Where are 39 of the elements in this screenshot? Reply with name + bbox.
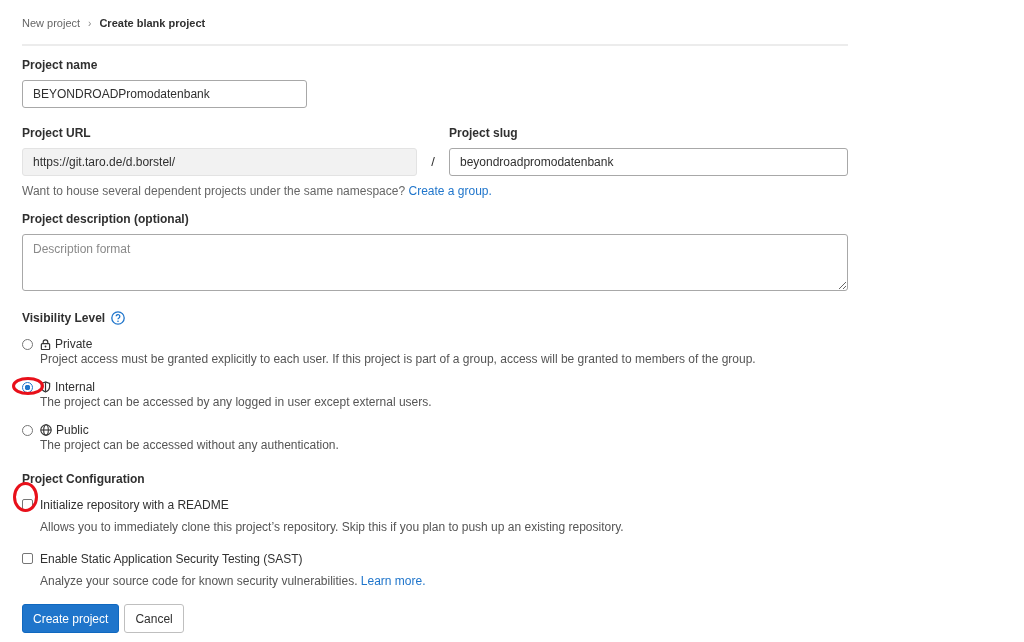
option-help-text: Analyze your source code for known security vulnerabilities. Learn more.	[40, 574, 427, 588]
field-label: Project slug	[449, 126, 519, 140]
project-url-input[interactable]: https://git.taro.de/d.borstel/	[22, 148, 417, 176]
slash-text: /	[430, 153, 436, 171]
project-slug-input[interactable]: beyondroadpromodatenbank	[449, 148, 848, 176]
visibility-radio[interactable]	[22, 339, 33, 350]
description-field[interactable]: Description format	[22, 234, 848, 291]
shield-icon	[40, 381, 51, 393]
option-help-text: The project can be accessed without any authentication.	[40, 438, 340, 452]
option-help-text: Project access must be granted explicitly to each user. If this project is part of a group, access will be granted to members of the group.	[40, 352, 757, 366]
breadcrumb-link[interactable]: New project	[22, 17, 81, 29]
breadcrumb-link[interactable]: Create blank project	[99, 17, 206, 29]
option-label: Internal	[55, 380, 96, 394]
breadcrumb-separator: ›	[88, 17, 92, 29]
help-icon[interactable]	[111, 311, 126, 325]
annotation-circle	[12, 377, 44, 395]
field-label: Project description (optional)	[22, 212, 190, 226]
config-checkbox[interactable]	[22, 553, 33, 564]
help-text: Want to house several dependent projects under the same namespace? Create a group.	[22, 184, 493, 198]
create-project-button[interactable]: Create project	[22, 604, 120, 633]
visibility-label: Visibility Level	[22, 311, 106, 325]
option-label: Private	[55, 337, 93, 351]
field-label: Project URL	[22, 126, 92, 140]
project-name-input[interactable]: BEYONDROADPromodatenbank	[22, 80, 307, 108]
option-help-text: The project can be accessed by any logged in user except external users.	[40, 395, 433, 409]
globe-icon	[40, 424, 52, 436]
option-label: Initialize repository with a README	[40, 498, 230, 512]
lock-icon	[40, 338, 51, 350]
create-group-link[interactable]: Create a group.	[408, 184, 492, 198]
option-help-text: Allows you to immediately clone this project’s repository. Skip this if you plan to push up an existing repository.	[40, 520, 625, 534]
section-label: Project Configuration	[22, 472, 146, 486]
cancel-button[interactable]: Cancel	[124, 604, 184, 633]
option-label: Public	[56, 423, 89, 437]
visibility-radio[interactable]	[22, 425, 33, 436]
learn-more-link[interactable]: Learn more.	[360, 574, 426, 588]
option-label: Enable Static Application Security Testing (SAST)	[40, 552, 304, 566]
field-label: Project name	[22, 58, 99, 72]
config-checkbox[interactable]	[22, 499, 33, 510]
visibility-radio[interactable]	[22, 382, 33, 393]
